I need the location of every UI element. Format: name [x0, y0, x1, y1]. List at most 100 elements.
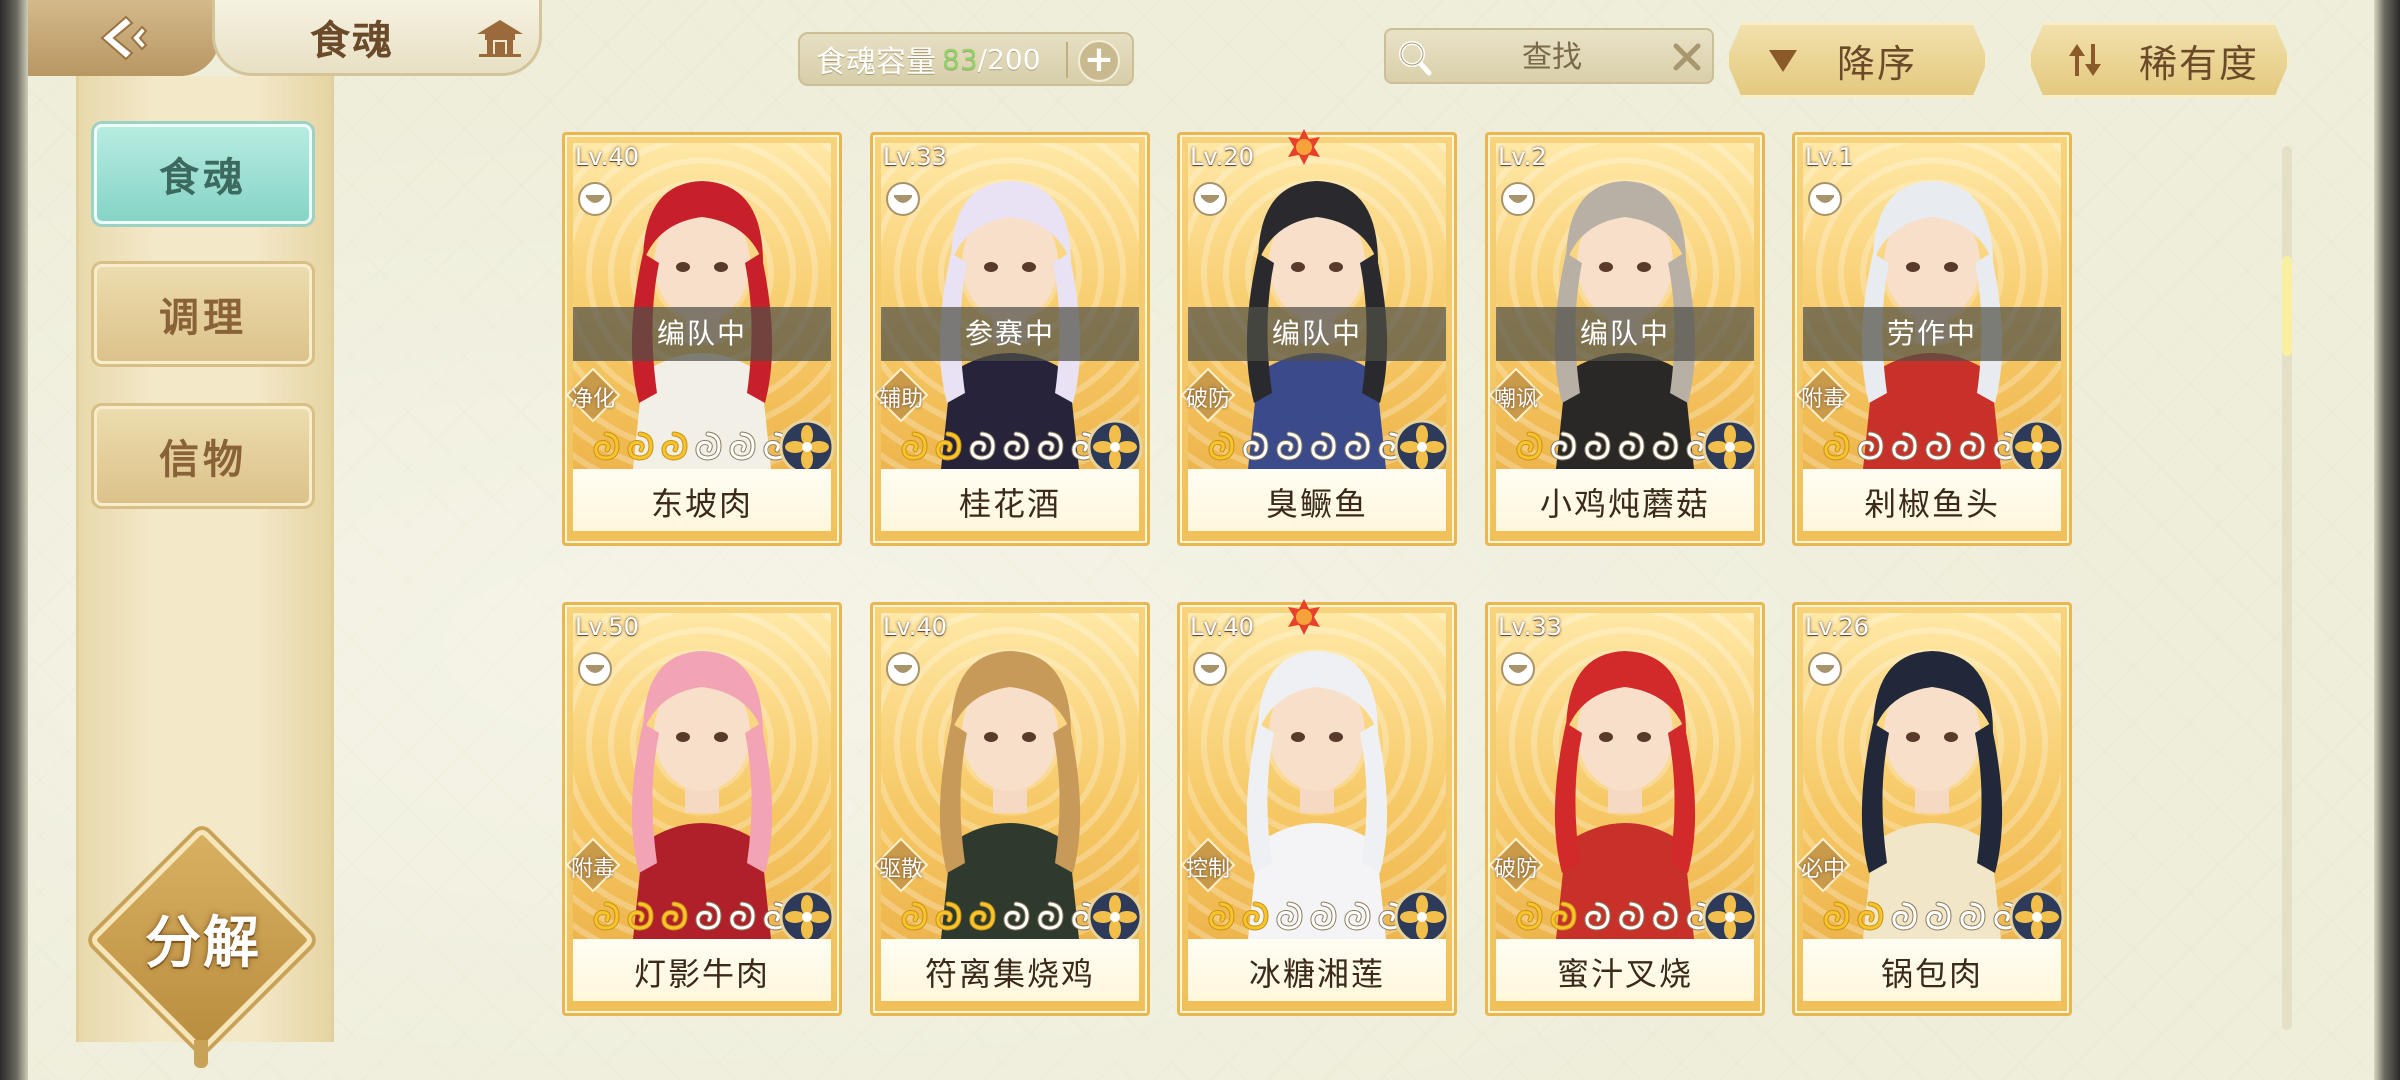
star-lit-icon [625, 901, 655, 931]
search-input[interactable] [1442, 36, 1662, 78]
sidebar-item-label: 调理 [159, 294, 247, 341]
sort-rarity-button[interactable]: 稀有度 [2028, 22, 2290, 98]
search-box [1384, 28, 1714, 84]
sidebar-item-cook[interactable]: 调理 [94, 264, 312, 364]
bowl-icon [1807, 651, 1843, 687]
card-role: 辅助 [878, 387, 923, 412]
soul-card[interactable]: Lv.50 附毒灯影牛肉 [562, 602, 842, 1016]
star-rating [1206, 901, 1406, 931]
soul-card[interactable]: Lv.2 编队中 嘲讽 小鸡炖蘑菇 [1485, 132, 1765, 546]
soul-card[interactable]: Lv.40 控制 冰糖湘莲 [1177, 599, 1457, 1016]
star-lit-icon [1821, 901, 1851, 931]
star-empty-icon [1308, 431, 1338, 461]
star-lit-icon [1821, 431, 1851, 461]
card-level: Lv.40 [1190, 613, 1254, 641]
sidebar-item-soul[interactable]: 食魂 [94, 124, 312, 224]
star-lit-icon [659, 431, 689, 461]
card-role: 附毒 [570, 857, 615, 882]
star-empty-icon [1855, 431, 1885, 461]
card-name: 符离集烧鸡 [924, 955, 1095, 993]
capacity-add-button[interactable]: + [1078, 40, 1120, 82]
card-name: 锅包肉 [1880, 955, 1983, 993]
card-level: Lv.2 [1498, 143, 1547, 171]
star-lit-icon [899, 901, 929, 931]
element-flower-icon [1394, 889, 1450, 945]
card-name: 桂花酒 [958, 485, 1061, 523]
soul-card[interactable]: Lv.40 驱散 符离集烧鸡 [870, 602, 1150, 1016]
bowl-icon [1192, 651, 1228, 687]
search-icon [1394, 36, 1434, 78]
card-level: Lv.50 [575, 613, 639, 641]
card-level: Lv.20 [1190, 143, 1254, 171]
triangle-down-icon [1763, 40, 1803, 80]
bowl-icon [1500, 181, 1536, 217]
back-button[interactable] [28, 0, 220, 76]
star-lit-icon [591, 901, 621, 931]
capacity-indicator: 食魂容量 83/200 + [798, 32, 1134, 86]
star-empty-icon [727, 901, 757, 931]
sidebar-item-label: 信物 [159, 436, 247, 483]
star-lit-icon [899, 431, 929, 461]
card-role: 破防 [1185, 387, 1230, 412]
bowl-icon [1807, 181, 1843, 217]
card-name-plate: 蜜汁叉烧 [1496, 939, 1754, 1001]
card-status: 编队中 [573, 307, 831, 361]
game-screen: 食魂 食魂容量 83/200 + 查找 降序 稀有度 食魂 调理 信物 分解 L… [0, 0, 2400, 1080]
bowl-icon [577, 181, 613, 217]
star-rating [1821, 431, 2021, 461]
card-status: 编队中 [1496, 307, 1754, 361]
card-role: 嘲讽 [1493, 387, 1538, 412]
star-rating [899, 901, 1099, 931]
soul-card[interactable]: Lv.20 编队中破防臭鳜鱼 [1177, 129, 1457, 546]
soul-card[interactable]: Lv.33 参赛中 辅助 桂花酒 [870, 132, 1150, 546]
card-name: 东坡肉 [650, 485, 753, 523]
soul-card[interactable]: Lv.33 破防 蜜汁叉烧 [1485, 602, 1765, 1016]
element-flower-icon [1394, 419, 1450, 475]
card-name-plate: 锅包肉 [1803, 939, 2061, 1001]
capacity-max: /200 [977, 42, 1041, 76]
soul-card[interactable]: Lv.1 劳作中 附毒 剁椒鱼头 [1792, 132, 2072, 546]
card-name: 剁椒鱼头 [1863, 485, 2000, 523]
card-status: 劳作中 [1803, 307, 2061, 361]
star-empty-icon [1650, 431, 1680, 461]
card-status: 编队中 [1188, 307, 1446, 361]
star-lit-icon [967, 901, 997, 931]
card-name: 冰糖湘莲 [1248, 955, 1385, 993]
soul-card[interactable]: Lv.26 必中 锅包肉 [1792, 602, 2072, 1016]
element-flower-icon [1087, 889, 1143, 945]
soul-card[interactable]: Lv.40 编队中 净化 东坡肉 [562, 132, 842, 546]
page-title: 食魂 [310, 16, 394, 64]
scrollbar-thumb[interactable] [2282, 256, 2292, 356]
star-lit-icon [1548, 901, 1578, 931]
card-name-plate: 灯影牛肉 [573, 939, 831, 1001]
star-empty-icon [1001, 901, 1031, 931]
card-level: Lv.40 [575, 143, 639, 171]
star-empty-icon [1240, 431, 1270, 461]
decompose-tassel [194, 1040, 208, 1068]
star-empty-icon [693, 431, 723, 461]
card-name: 蜜汁叉烧 [1556, 955, 1693, 993]
star-empty-icon [1889, 431, 1919, 461]
element-flower-icon [779, 889, 835, 945]
sort-order-label: 降序 [1837, 41, 1918, 86]
card-role: 附毒 [1800, 387, 1845, 412]
sidebar-item-token[interactable]: 信物 [94, 406, 312, 506]
card-role: 驱散 [878, 857, 923, 882]
star-lit-icon [1514, 901, 1544, 931]
clear-search-icon[interactable] [1668, 38, 1706, 76]
card-role: 必中 [1800, 857, 1845, 882]
home-pavilion-icon[interactable] [475, 18, 525, 58]
star-empty-icon [1308, 901, 1338, 931]
card-level: Lv.33 [883, 143, 947, 171]
capacity-current: 83 [942, 42, 978, 76]
star-empty-icon [727, 431, 757, 461]
star-empty-icon [1650, 901, 1680, 931]
capacity-label: 食魂容量 [816, 45, 936, 80]
card-name-plate: 臭鳜鱼 [1188, 469, 1446, 531]
card-name: 臭鳜鱼 [1265, 485, 1368, 523]
star-empty-icon [1582, 431, 1612, 461]
card-name-plate: 符离集烧鸡 [881, 939, 1139, 1001]
star-lit-icon [1206, 431, 1236, 461]
swap-arrows-icon [2065, 40, 2105, 80]
sort-order-button[interactable]: 降序 [1726, 22, 1988, 98]
